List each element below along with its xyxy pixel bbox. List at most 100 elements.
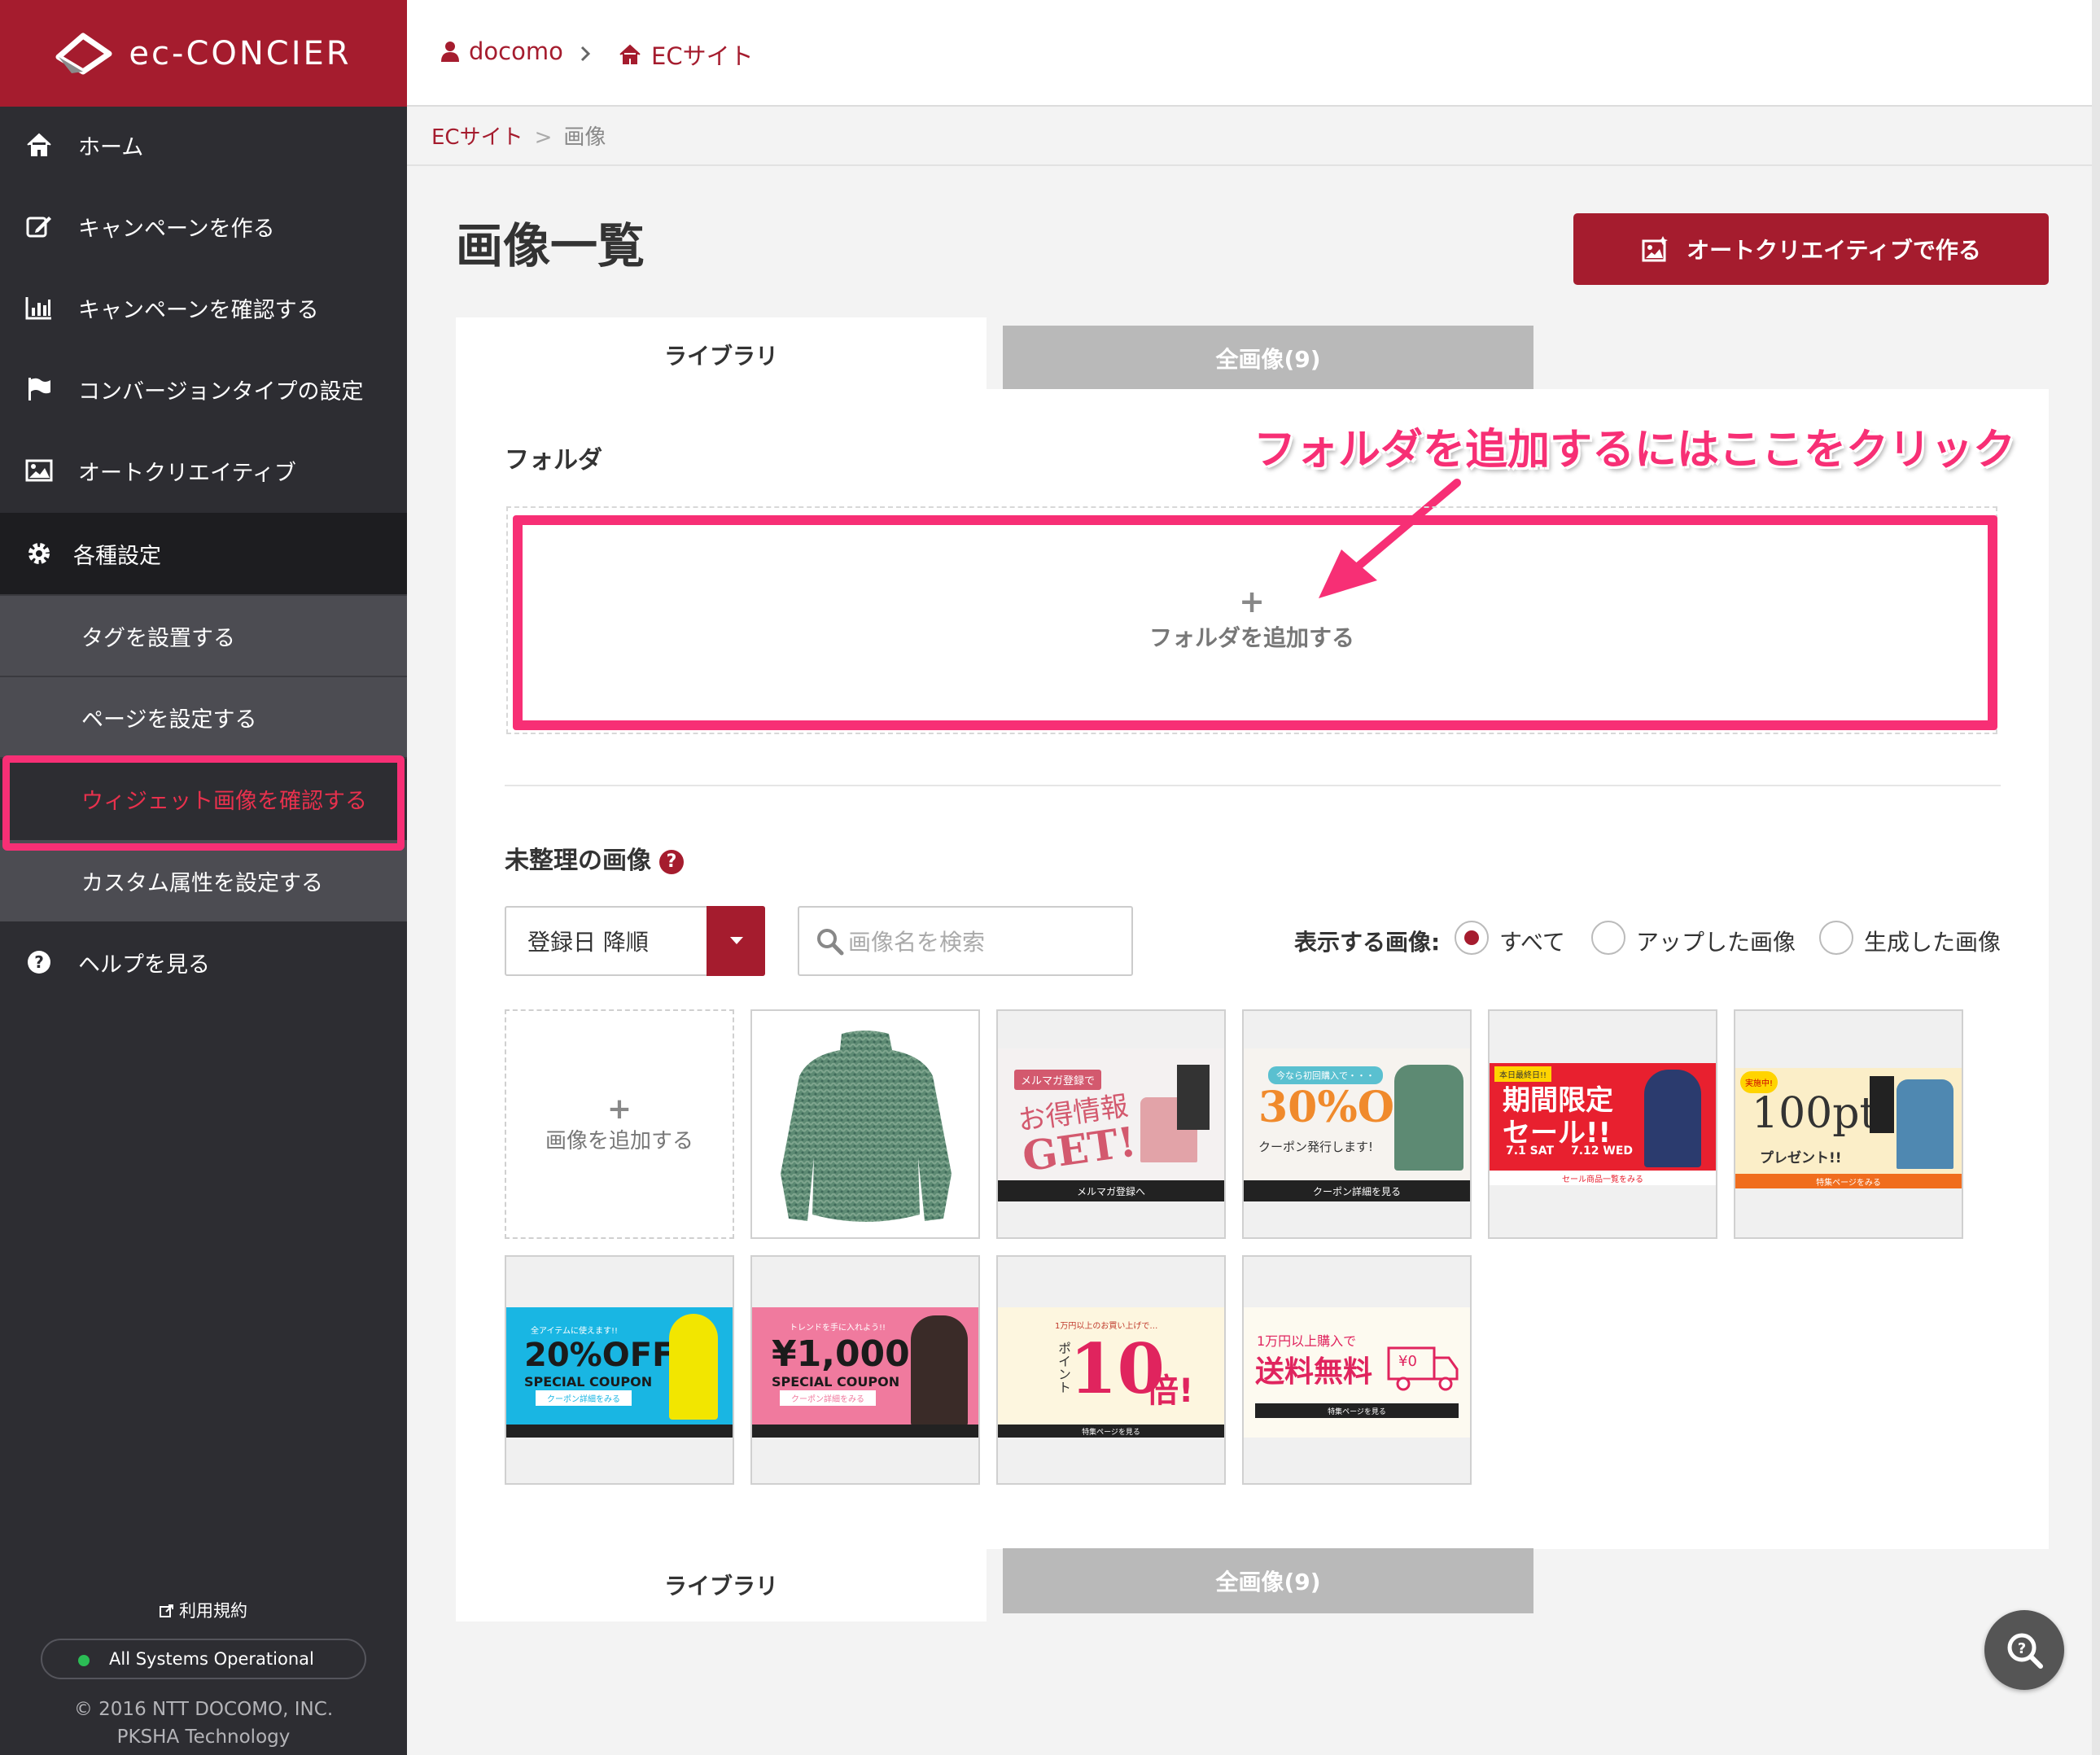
banner-text: 7.12 WED	[1571, 1144, 1634, 1158]
search-icon	[817, 929, 844, 956]
30off-banner: 今なら初回購入で・・・ 30%OFF クーポン発行します! クーポン詳細を見る	[1244, 1048, 1470, 1201]
sidebar-subitem-tag[interactable]: タグを設置する	[0, 594, 407, 676]
radio-all[interactable]	[1455, 921, 1489, 955]
breadcrumb-current: 画像	[563, 125, 606, 150]
banner-text: 今なら初回購入で・・・	[1268, 1066, 1383, 1084]
image-tile-sale[interactable]: 本日最終日!! 期間限定 セール!! 7.1 SAT 7.12 WED セール商…	[1488, 1009, 1717, 1239]
sort-select-value: 登録日 降順	[527, 929, 649, 956]
sidebar-item-label: キャンペーンを確認する	[78, 297, 319, 323]
radio-generated[interactable]	[1819, 921, 1853, 955]
image-tile-sweater[interactable]	[750, 1009, 980, 1239]
mailmag-banner: メルマガ登録で お得情報 GET! メルマガ登録へ	[998, 1048, 1224, 1201]
image-tile-20off[interactable]: 全アイテムに使えます!! 20%OFF SPECIAL COUPON クーポン詳…	[505, 1255, 734, 1485]
image-sparkle-icon	[1642, 236, 1669, 262]
breadcrumb-parent[interactable]: ECサイト	[431, 125, 523, 150]
image-tile-30off[interactable]: 今なら初回購入で・・・ 30%OFF クーポン発行します! クーポン詳細を見る	[1242, 1009, 1472, 1239]
free-shipping-banner: 1万円以上購入で 送料無料 ¥0 特集ページを見る	[1244, 1307, 1470, 1438]
tab-label: 全画像(9)	[1215, 346, 1321, 373]
copyright-line: © 2016 NTT DOCOMO, INC.	[73, 1699, 334, 1720]
tab-all-images[interactable]: 全画像(9)	[1003, 326, 1533, 391]
status-text: All Systems Operational	[109, 1649, 314, 1669]
sidebar-subitem-label: カスタム属性を設定する	[81, 870, 323, 896]
divider	[407, 164, 2092, 166]
sidebar-item-label: ヘルプを見る	[78, 952, 210, 978]
help-icon[interactable]: ?	[659, 849, 684, 874]
gear-icon	[28, 543, 50, 564]
search-input[interactable]: 画像名を検索	[798, 906, 1133, 976]
sidebar-item-help[interactable]: ? ヘルプを見る	[0, 921, 407, 1003]
sidebar-item-auto-creative[interactable]: オートクリエイティブ	[0, 430, 407, 511]
logo[interactable]: ec-CONCIER	[0, 0, 407, 107]
tab-all-images-bottom[interactable]: 全画像(9)	[1003, 1548, 1533, 1613]
banner-text: 全アイテムに使えます!!	[531, 1327, 619, 1336]
chevron-down-icon[interactable]	[707, 906, 765, 976]
breadcrumb: ECサイト > 画像	[431, 120, 606, 151]
banner-text: 送料無料	[1255, 1355, 1373, 1389]
status-dot-icon	[78, 1655, 90, 1666]
terms-link[interactable]: 利用規約	[0, 1598, 407, 1622]
sidebar-item-conversion[interactable]: コンバージョンタイプの設定	[0, 348, 407, 430]
question-icon: ?	[28, 951, 50, 974]
banner-text: メルマガ登録で	[1014, 1070, 1102, 1090]
tab-label: ライブラリ	[663, 1573, 778, 1600]
sweater-image	[781, 1031, 952, 1222]
sidebar-subitem-widget-images[interactable]: ウィジェット画像を確認する	[0, 757, 407, 838]
image-tile-1000yen[interactable]: トレンドを手に入れよう!! ¥1,000 SPECIAL COUPON クーポン…	[750, 1255, 980, 1485]
tab-library[interactable]: ライブラリ	[456, 317, 987, 392]
callout-annotation: フォルダを追加するにはここをクリック	[1253, 426, 2016, 475]
radio-uploaded-label[interactable]: アップした画像	[1636, 925, 1796, 957]
add-image-button[interactable]: + 画像を追加する	[505, 1009, 734, 1239]
radio-uploaded[interactable]	[1591, 921, 1625, 955]
unsorted-heading: 未整理の画像?	[505, 840, 684, 876]
sidebar-subitem-page[interactable]: ページを設定する	[0, 676, 407, 757]
banner-text: 特集ページをみる	[1735, 1174, 1962, 1188]
sidebar-item-check-campaign[interactable]: キャンペーンを確認する	[0, 267, 407, 348]
tab-library-bottom[interactable]: ライブラリ	[456, 1548, 987, 1622]
image-tile-100pt[interactable]: 実施中! 100pt プレゼント!! 特集ページをみる	[1734, 1009, 1963, 1239]
tab-label: 全画像(9)	[1215, 1569, 1321, 1595]
sidebar-item-settings[interactable]: 各種設定	[0, 513, 407, 594]
sort-select[interactable]: 登録日 降順	[505, 906, 765, 976]
sidebar-item-label: コンバージョンタイプの設定	[78, 379, 364, 405]
banner-text: SPECIAL COUPON	[524, 1374, 653, 1390]
plus-icon: +	[606, 1092, 632, 1126]
banner-text: クーポン詳細をみる	[536, 1390, 632, 1406]
banner-text: クーポン詳細を見る	[1244, 1180, 1470, 1201]
10x-point-banner: 1万円以上のお買い上げで… ポイント 10 倍! 特集ページを見る	[998, 1307, 1224, 1438]
edit-icon	[26, 217, 51, 238]
svg-text:?: ?	[34, 952, 44, 972]
banner-text: ¥1,000	[772, 1333, 910, 1375]
image-tile-free-shipping[interactable]: 1万円以上購入で 送料無料 ¥0 特集ページを見る	[1242, 1255, 1472, 1485]
sidebar-subitem-custom-attr[interactable]: カスタム属性を設定する	[0, 840, 407, 921]
breadcrumb-separator: >	[534, 125, 553, 150]
image-tile-mailmag[interactable]: メルマガ登録で お得情報 GET! メルマガ登録へ	[996, 1009, 1226, 1239]
scrollbar[interactable]	[2092, 0, 2100, 1755]
folder-heading: フォルダ	[505, 446, 602, 475]
sidebar-item-label: キャンペーンを作る	[78, 216, 275, 242]
banner-text: 特集ページを見る	[998, 1425, 1224, 1438]
topbar-site[interactable]: ECサイト	[619, 37, 754, 72]
radio-all-label[interactable]: すべて	[1499, 925, 1565, 957]
20off-coupon: 全アイテムに使えます!! 20%OFF SPECIAL COUPON クーポン詳…	[506, 1307, 733, 1438]
radio-generated-label[interactable]: 生成した画像	[1864, 925, 2001, 957]
filter-label: 表示する画像:	[1294, 929, 1441, 956]
topbar-account[interactable]: docomo	[441, 37, 563, 65]
user-icon	[441, 42, 459, 62]
banner-text: 特集ページを見る	[1255, 1403, 1459, 1418]
banner-text: クーポン発行します!	[1258, 1140, 1374, 1154]
1000yen-coupon: トレンドを手に入れよう!! ¥1,000 SPECIAL COUPON クーポン…	[752, 1307, 978, 1438]
sidebar-item-label: 各種設定	[73, 543, 161, 569]
sidebar-item-create-campaign[interactable]: キャンペーンを作る	[0, 186, 407, 267]
image-tile-10x[interactable]: 1万円以上のお買い上げで… ポイント 10 倍! 特集ページを見る	[996, 1255, 1226, 1485]
sidebar-item-home[interactable]: ホーム	[0, 104, 407, 186]
status-badge[interactable]: All Systems Operational	[41, 1639, 366, 1679]
topbar-site-label: ECサイト	[651, 42, 754, 70]
help-search-button[interactable]: ?	[1984, 1610, 2064, 1690]
auto-creative-button[interactable]: オートクリエイティブで作る	[1573, 213, 2049, 285]
add-folder-button[interactable]: + フォルダを追加する	[506, 506, 1997, 734]
plus-icon: +	[1239, 584, 1265, 619]
home-icon	[27, 133, 51, 156]
banner-text: 100pt	[1752, 1089, 1877, 1138]
tab-label: ライブラリ	[663, 343, 778, 370]
banner-text: 1万円以上購入で	[1257, 1333, 1357, 1349]
